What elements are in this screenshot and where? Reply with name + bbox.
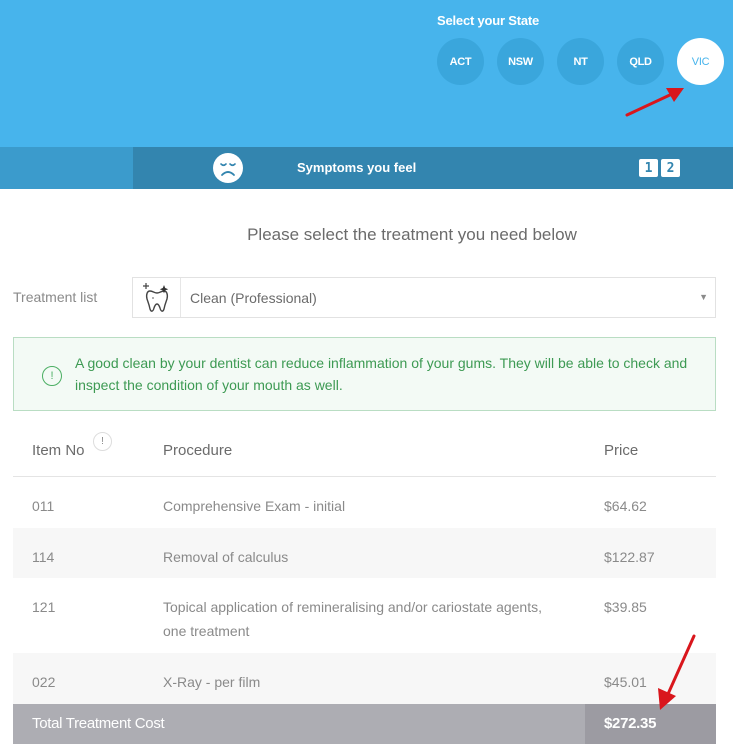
state-label: Select your State [437,13,540,28]
info-exclamation-icon: ! [42,366,62,386]
step-bar-active: Symptoms you feel 1 2 [133,147,733,189]
state-button-nt[interactable]: NT [557,38,604,85]
state-selector-header: Select your State ACT NSW NT QLD VIC [0,0,733,147]
step-indicator: 1 2 [639,159,680,177]
row-price: $64.62 [604,498,647,514]
step-bar: Symptoms you feel 1 2 [0,147,733,189]
state-button-qld[interactable]: QLD [617,38,664,85]
page-heading: Please select the treatment you need bel… [247,225,577,244]
chevron-down-icon: ▼ [699,292,708,302]
step-2[interactable]: 2 [661,159,680,177]
treatment-list-label: Treatment list [13,289,98,305]
row-price: $45.01 [604,674,647,690]
table-row: 022 X-Ray - per film $45.01 [13,653,716,704]
treatment-table: Item No ! Procedure Price 011 Comprehens… [13,425,716,744]
info-text: A good clean by your dentist can reduce … [75,355,688,393]
table-row: 114 Removal of calculus $122.87 [13,528,716,578]
total-label: Total Treatment Cost [32,715,165,732]
step-1[interactable]: 1 [639,159,658,177]
state-button-act[interactable]: ACT [437,38,484,85]
row-item-no: 121 [32,599,56,615]
total-price-cell: $272.35 [585,704,716,744]
state-button-nsw[interactable]: NSW [497,38,544,85]
step-title: Symptoms you feel [297,160,417,175]
column-procedure: Procedure [163,442,233,459]
row-procedure: Comprehensive Exam - initial [163,498,346,514]
table-header: Item No ! Procedure Price [13,425,716,477]
row-price: $122.87 [604,549,655,565]
sad-face-icon [213,153,243,183]
row-procedure: Topical application of remineralising an… [163,599,542,639]
info-alert: ! A good clean by your dentist can reduc… [13,337,716,411]
tooth-icon-box [133,278,181,317]
table-row: 011 Comprehensive Exam - initial $64.62 [13,477,716,528]
state-button-vic[interactable]: VIC [677,38,724,85]
row-item-no: 011 [32,498,55,514]
state-buttons: ACT NSW NT QLD VIC [437,38,724,85]
row-item-no: 022 [32,674,56,690]
treatment-select[interactable]: Clean (Professional) ▼ [132,277,716,318]
row-procedure: Removal of calculus [163,549,289,565]
row-price: $39.85 [604,599,647,615]
row-procedure: X-Ray - per film [163,674,261,690]
treatment-select-value: Clean (Professional) [190,290,317,306]
table-row: 121 Topical application of remineralisin… [13,578,716,653]
tooth-sparkle-icon [143,283,169,312]
total-row: Total Treatment Cost $272.35 [13,704,716,744]
item-info-icon[interactable]: ! [93,432,112,451]
row-item-no: 114 [32,549,55,565]
column-price: Price [604,442,639,459]
column-item-no: Item No [32,442,85,459]
total-price: $272.35 [604,715,657,732]
